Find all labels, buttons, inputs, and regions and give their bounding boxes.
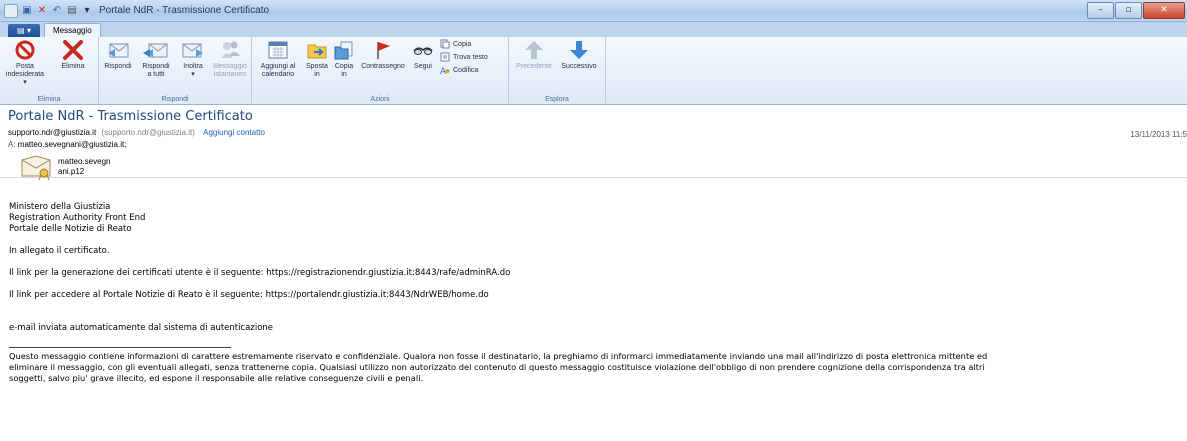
- arrow-up-icon: [525, 41, 543, 59]
- copy-icon: [440, 39, 450, 49]
- disclaimer-line-3: soggetti, salvo piu' grave illecito, ed …: [9, 373, 424, 383]
- message-header: Portale NdR - Trasmissione Certificato s…: [0, 105, 1187, 180]
- window-controls: – ▫ ✕: [1087, 2, 1185, 19]
- forward-icon: [182, 43, 203, 58]
- reply-all-icon: [143, 43, 168, 58]
- delete-button[interactable]: Elimina: [54, 39, 92, 71]
- body-line-raf: Registration Authority Front End: [9, 213, 146, 223]
- copy-button[interactable]: Copia: [440, 39, 471, 49]
- quick-access-toolbar: ▣ ✕ ↶ ▤ ▾: [4, 3, 93, 18]
- print-icon[interactable]: ▤: [66, 5, 78, 17]
- attachment-name: matteo.sevegn ani.p12: [58, 157, 111, 176]
- group-rispondi: Rispondi Rispondi a tutti Inoltra ▾ Mess…: [99, 37, 252, 104]
- save-icon[interactable]: ▣: [21, 5, 33, 17]
- reply-button[interactable]: Rispondi: [101, 39, 135, 71]
- group-elimina: Posta indesiderata ▾ Elimina Elimina: [0, 37, 99, 104]
- calendar-icon: [268, 41, 288, 59]
- reply-icon: [108, 43, 129, 58]
- message-subject: Portale NdR - Trasmissione Certificato: [8, 109, 253, 124]
- disclaimer-line-1: Questo messaggio contiene informazioni d…: [9, 351, 988, 361]
- follow-glasses-icon: [413, 47, 433, 55]
- encoding-button[interactable]: A Codifica: [440, 65, 478, 76]
- ribbon-tab-row: ▤ ▾ Messaggio: [0, 22, 1187, 37]
- next-button[interactable]: Successivo: [557, 39, 601, 71]
- to-label: A:: [8, 140, 16, 149]
- sent-date: 13/11/2013 11:5: [1130, 130, 1187, 139]
- add-to-calendar-button[interactable]: Aggiungi al calendario: [256, 39, 300, 79]
- group-label-esplora: Esplora: [545, 96, 569, 103]
- minimize-button[interactable]: –: [1087, 2, 1114, 19]
- body-line-ministero: Ministero della Giustizia: [9, 202, 111, 212]
- recipient-address[interactable]: matteo.sevegnani@giustizia.it;: [18, 140, 127, 149]
- flag-icon: [377, 42, 390, 59]
- signature-divider: [9, 347, 231, 348]
- body-line-allegato: In allegato il certificato.: [9, 246, 110, 256]
- move-folder-icon: [307, 44, 327, 59]
- tab-messaggio[interactable]: Messaggio: [44, 23, 101, 37]
- body-line-link-certificati: Il link per la generazione dei certifica…: [9, 268, 511, 278]
- message-body: Ministero della Giustizia Registration A…: [9, 202, 1179, 384]
- group-label-elimina: Elimina: [37, 96, 61, 103]
- disclaimer-line-2: eliminare il messaggio, con gli eventual…: [9, 362, 985, 372]
- instant-message-button[interactable]: Messaggio istantaneo: [211, 39, 249, 79]
- body-line-link-portale: Il link per accedere al Portale Notizie …: [9, 290, 489, 300]
- find-text-button[interactable]: Trova testo: [440, 52, 488, 62]
- attachment[interactable]: matteo.sevegn ani.p12: [20, 154, 110, 180]
- title-bar: ▣ ✕ ↶ ▤ ▾ Portale NdR - Trasmissione Cer…: [0, 0, 1187, 22]
- customize-toolbar-icon[interactable]: ▾: [81, 5, 93, 17]
- group-esplora: Precedente Successivo Esplora: [509, 37, 606, 104]
- maximize-button[interactable]: ▫: [1115, 2, 1142, 19]
- group-label-rispondi: Rispondi: [161, 96, 189, 103]
- delete-icon[interactable]: ✕: [36, 5, 48, 17]
- junk-icon: [15, 40, 35, 60]
- junk-button[interactable]: Posta indesiderata ▾: [4, 39, 46, 87]
- outlook-app-icon[interactable]: [4, 3, 18, 18]
- close-button[interactable]: ✕: [1143, 2, 1185, 19]
- window-title: Portale NdR - Trasmissione Certificato: [99, 5, 270, 16]
- copy-folder-icon: [334, 41, 353, 60]
- follow-button[interactable]: Segui: [410, 39, 436, 71]
- sender-address[interactable]: supporto.ndr@giustizia.it: [8, 128, 96, 137]
- move-to-button[interactable]: Sposta in: [304, 39, 330, 79]
- sender-address-paren: (supporto.ndr@giustizia.it): [101, 128, 195, 137]
- previous-button[interactable]: Precedente: [513, 39, 555, 71]
- recipient-line: A: matteo.sevegnani@giustizia.it;: [8, 140, 126, 149]
- forward-button[interactable]: Inoltra ▾: [177, 39, 209, 79]
- body-line-automatic: e-mail inviata automaticamente dal siste…: [9, 323, 274, 333]
- undo-icon[interactable]: ↶: [51, 5, 63, 17]
- copy-to-button[interactable]: Copia in: [332, 39, 356, 79]
- arrow-down-icon: [570, 41, 588, 59]
- delete-x-icon: [63, 40, 83, 60]
- reply-all-button[interactable]: Rispondi a tutti: [137, 39, 175, 79]
- flag-button[interactable]: Contrassegno: [358, 39, 408, 71]
- certificate-attachment-icon: [21, 155, 51, 180]
- encoding-icon: A: [440, 67, 450, 75]
- group-label-azioni: Azioni: [370, 96, 390, 103]
- instant-message-icon: [221, 41, 240, 58]
- file-menu-button[interactable]: ▤ ▾: [8, 24, 40, 37]
- ribbon: Posta indesiderata ▾ Elimina Elimina Ris…: [0, 37, 1187, 105]
- body-line-portale: Portale delle Notizie di Reato: [9, 224, 132, 234]
- sender-line: supporto.ndr@giustizia.it (supporto.ndr@…: [8, 128, 265, 137]
- find-text-icon: [440, 52, 450, 62]
- add-contact-link[interactable]: Aggiungi contatto: [203, 128, 265, 137]
- group-azioni: Aggiungi al calendario Sposta in Copia i…: [252, 37, 509, 104]
